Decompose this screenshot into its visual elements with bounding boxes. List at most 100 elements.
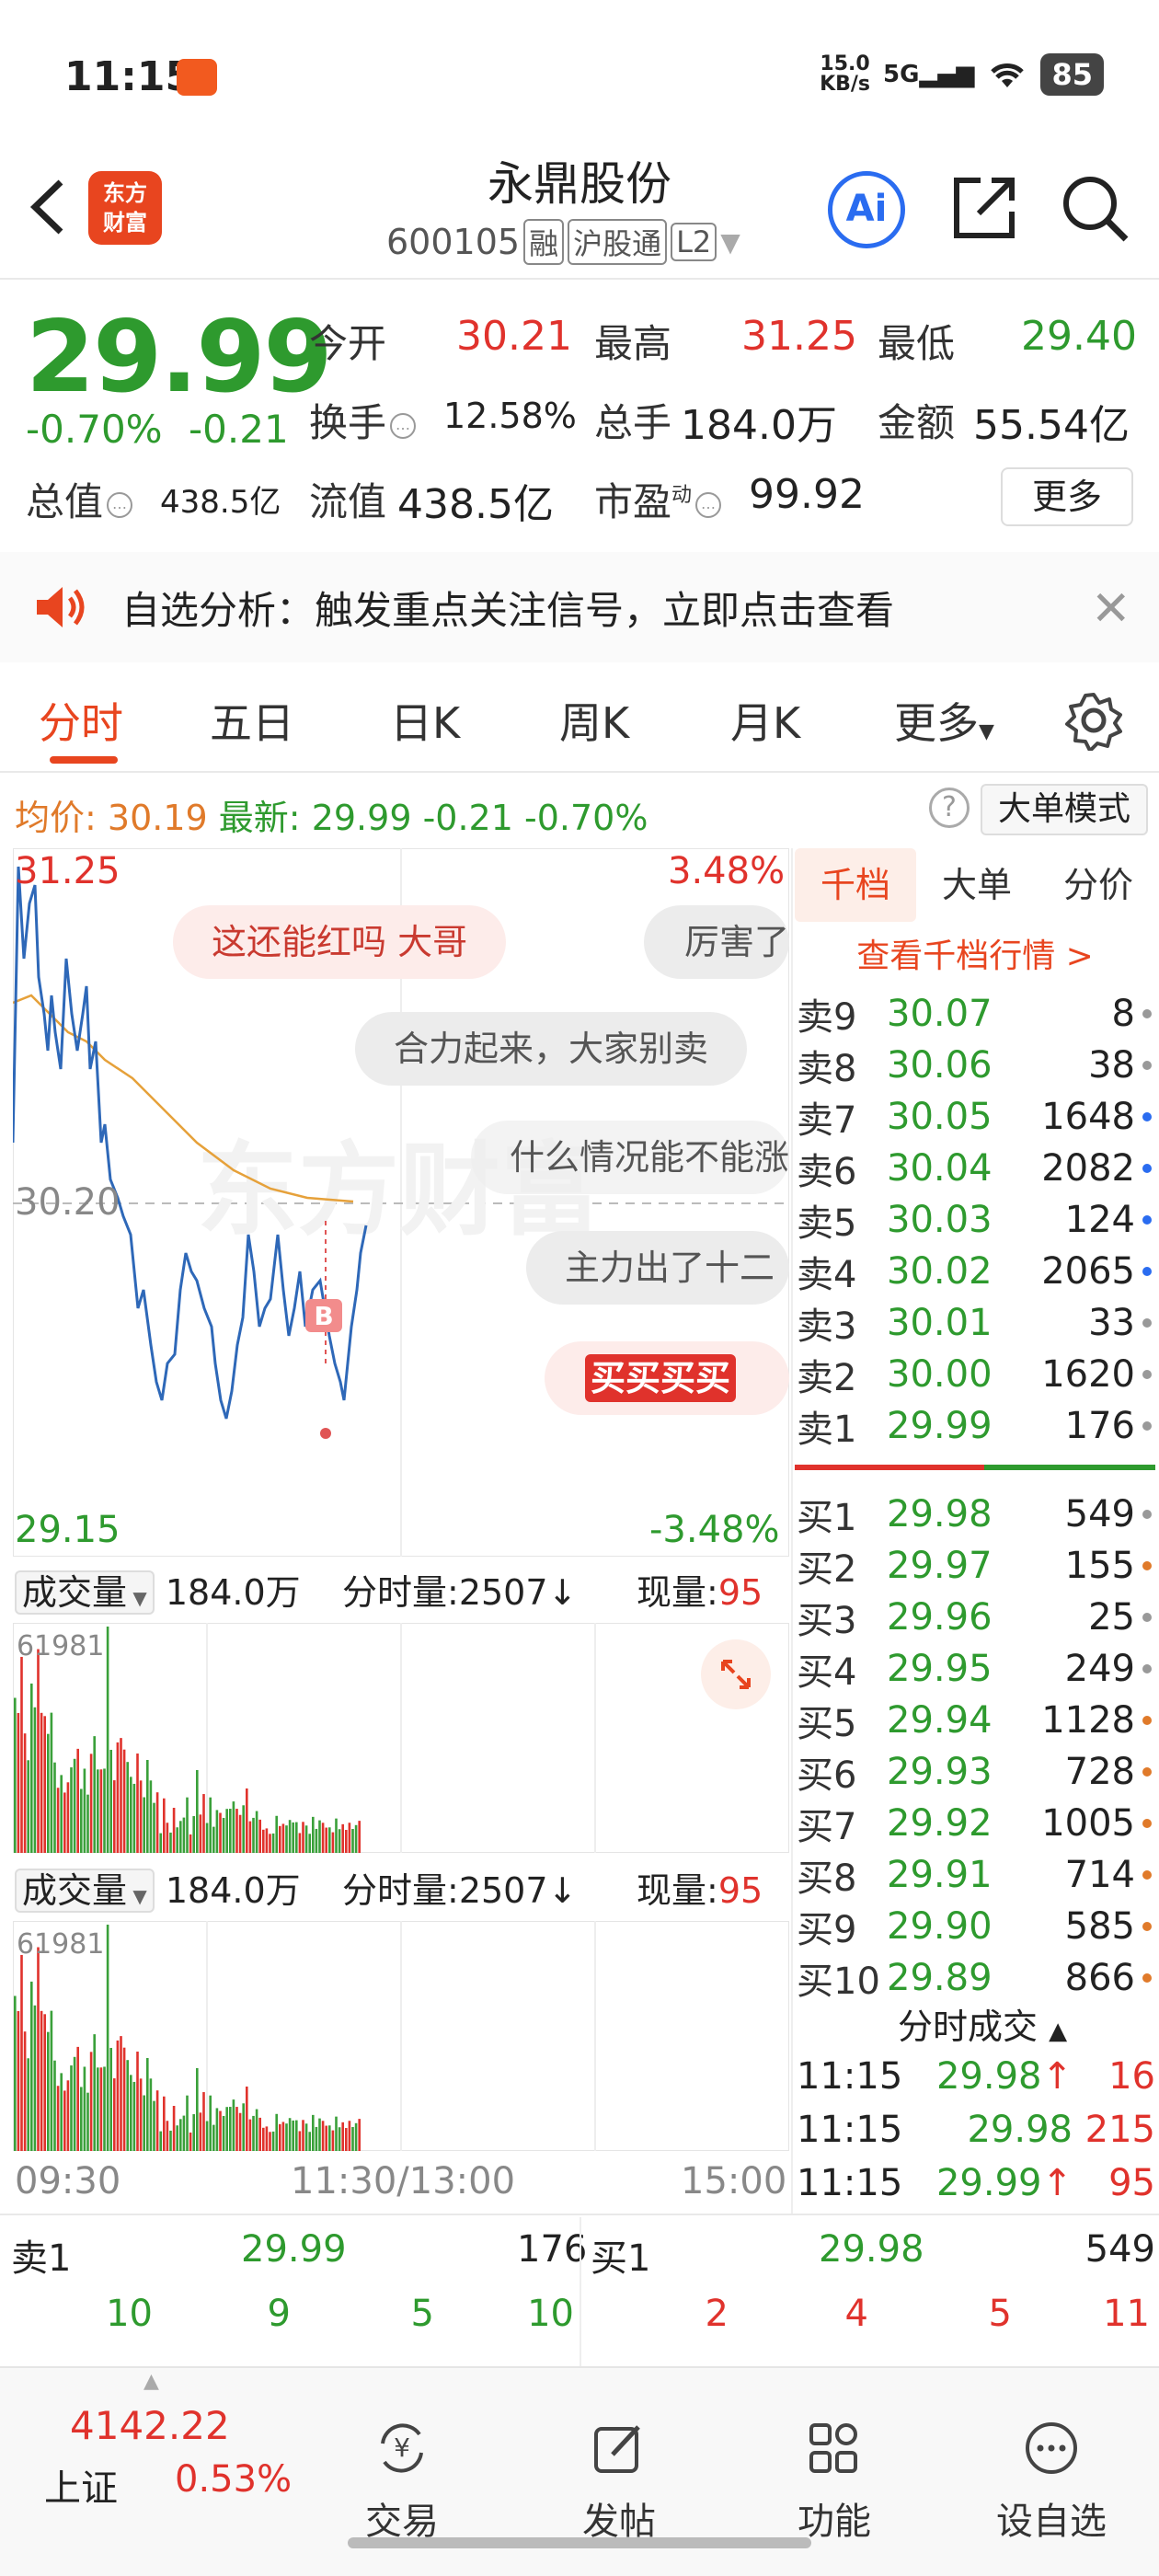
info-icon[interactable]: … xyxy=(107,491,133,518)
change-amount: -0.21 xyxy=(189,407,289,452)
volume-bar xyxy=(60,2073,63,2151)
ask-row[interactable]: 卖2 30.00 1620 xyxy=(797,1349,1155,1400)
ask-row[interactable]: 卖3 30.01 33 xyxy=(797,1297,1155,1349)
share-icon[interactable] xyxy=(947,171,1021,245)
ask-row[interactable]: 卖6 30.04 2082 xyxy=(797,1143,1155,1194)
volume-bar xyxy=(222,2115,225,2151)
chart-top-pct: 3.48% xyxy=(668,850,786,892)
volume-bar xyxy=(86,2092,89,2151)
nav-add-watchlist[interactable]: 设自选 xyxy=(982,2418,1120,2545)
bid-row[interactable]: 买4 29.95 249 xyxy=(797,1643,1155,1695)
tab-daily-k[interactable]: 日K xyxy=(390,690,460,751)
bid-row[interactable]: 买9 29.90 585 xyxy=(797,1901,1155,1952)
tab-intraday[interactable]: 分时 xyxy=(39,690,123,751)
danmu-comment[interactable]: 厉害了 xyxy=(644,905,789,979)
bid-row[interactable]: 买6 29.93 728 xyxy=(797,1746,1155,1798)
index-name[interactable]: 上证 xyxy=(44,2458,118,2512)
index-change-pct[interactable]: 0.53% xyxy=(175,2458,292,2501)
settings-gear-icon[interactable] xyxy=(1063,690,1124,751)
bid-price: 29.89 xyxy=(887,1957,993,1999)
bid-row[interactable]: 买5 29.94 1128 xyxy=(797,1695,1155,1746)
close-icon[interactable]: ✕ xyxy=(1091,581,1131,637)
high-value: 31.25 xyxy=(741,313,857,360)
tab-more[interactable]: 更多▼ xyxy=(894,690,994,751)
ask-row[interactable]: 卖9 30.07 8 xyxy=(797,988,1155,1040)
tab-depth[interactable]: 千档 xyxy=(795,848,916,922)
volume-bar xyxy=(235,1809,238,1853)
volume-select[interactable]: 成交量 ▼ xyxy=(15,1570,155,1615)
volume-bar xyxy=(122,1749,126,1853)
volume-bar xyxy=(321,2121,325,2151)
bid-price: 29.98 xyxy=(887,1493,993,1535)
tab-price-distribution[interactable]: 分价 xyxy=(1038,848,1159,922)
bid-price: 29.96 xyxy=(887,1596,993,1639)
tab-big-order[interactable]: 大单 xyxy=(916,848,1038,922)
info-icon[interactable]: … xyxy=(390,412,417,439)
volume-bar xyxy=(248,1821,252,1853)
bid-volume: 1128 xyxy=(1041,1699,1135,1742)
bid-row[interactable]: 买10 29.89 866 xyxy=(797,1952,1155,2004)
volume-select[interactable]: 成交量 ▼ xyxy=(15,1869,155,1913)
current-volume-label: 现量: xyxy=(637,1572,718,1613)
ask-row[interactable]: 卖8 30.06 38 xyxy=(797,1040,1155,1091)
ask-row[interactable]: 卖7 30.05 1648 xyxy=(797,1091,1155,1143)
tab-monthly-k[interactable]: 月K xyxy=(730,690,800,751)
volume-bar xyxy=(348,1823,351,1853)
bid-label: 买3 xyxy=(797,1600,857,1642)
danmu-comment[interactable]: 主力出了十二 xyxy=(526,1231,789,1305)
volume-bar xyxy=(192,1816,195,1853)
search-icon[interactable] xyxy=(1058,171,1131,245)
help-icon[interactable]: ? xyxy=(929,788,970,828)
tab-weekly-k[interactable]: 周K xyxy=(559,690,629,751)
volume-bar xyxy=(238,1814,242,1853)
intraday-info-row: 均价: 30.19 最新: 29.99 -0.21 -0.70% xyxy=(15,789,648,840)
volume-bar xyxy=(103,2066,106,2151)
ask-dot-icon xyxy=(1142,1370,1152,1379)
nav-trade[interactable]: ¥ 交易 xyxy=(333,2418,471,2545)
volume-bar xyxy=(93,1736,96,1853)
bid-row[interactable]: 买7 29.92 1005 xyxy=(797,1798,1155,1849)
ask-row[interactable]: 卖5 30.03 124 xyxy=(797,1194,1155,1246)
bid-dot-icon xyxy=(1142,1561,1152,1570)
bid-row[interactable]: 买2 29.97 155 xyxy=(797,1540,1155,1592)
more-button[interactable]: 更多 xyxy=(1001,467,1133,526)
bottom-sell1-volume: 176 xyxy=(517,2228,588,2271)
volume-bar xyxy=(153,1802,155,1853)
bid-volume: 549 xyxy=(1064,1493,1135,1535)
ai-button[interactable]: Ai xyxy=(828,171,905,248)
expand-button[interactable] xyxy=(701,1639,771,1709)
big-order-mode-button[interactable]: 大单模式 xyxy=(981,784,1148,835)
ask-row[interactable]: 卖1 29.99 176 xyxy=(797,1400,1155,1452)
danmu-comment[interactable]: 买买买买 xyxy=(545,1341,789,1415)
bid-row[interactable]: 买3 29.96 25 xyxy=(797,1592,1155,1643)
bid-row[interactable]: 买8 29.91 714 xyxy=(797,1849,1155,1901)
ask-label: 卖8 xyxy=(797,1048,857,1090)
volume-bar xyxy=(17,1712,20,1853)
ask-row[interactable]: 卖4 30.02 2065 xyxy=(797,1246,1155,1297)
view-depth-link[interactable]: 查看千档行情 > xyxy=(793,929,1157,977)
info-icon[interactable]: … xyxy=(695,491,722,518)
bid-label: 买9 xyxy=(797,1909,857,1951)
volume-bar xyxy=(43,2014,46,2151)
nav-functions[interactable]: 功能 xyxy=(765,2418,903,2545)
trades-title[interactable]: 分时成交 ▲ xyxy=(898,1998,1067,2049)
stock-code-row[interactable]: 600105 融 沪股通 L2 ▼ xyxy=(386,219,740,265)
ask-volume: 8 xyxy=(1111,993,1135,1035)
tag-connect: 沪股通 xyxy=(568,219,668,265)
danmu-comment[interactable]: 合力起来，大家别卖 xyxy=(355,1012,748,1086)
danmu-comment[interactable]: 什么情况能不能涨 xyxy=(471,1121,789,1194)
trade-price: 29.98 xyxy=(935,2109,1073,2151)
nav-post[interactable]: 发帖 xyxy=(550,2418,688,2545)
volume-bar xyxy=(295,1822,298,1853)
bid-price: 29.95 xyxy=(887,1648,993,1690)
volume-bar xyxy=(275,1815,278,1853)
tab-five-day[interactable]: 五日 xyxy=(210,690,294,751)
notice-text[interactable]: 自选分析：触发重点关注信号，立即点击查看 xyxy=(121,580,894,636)
pe-value: 99.92 xyxy=(749,471,865,518)
index-value[interactable]: 4142.22 xyxy=(70,2403,230,2448)
bid-dot-icon xyxy=(1142,1716,1152,1725)
bid-row[interactable]: 买1 29.98 549 xyxy=(797,1489,1155,1540)
volume-bar xyxy=(159,1833,162,1853)
danmu-comment[interactable]: 这还能红吗 大哥 xyxy=(173,905,507,979)
speaker-icon xyxy=(37,587,85,627)
